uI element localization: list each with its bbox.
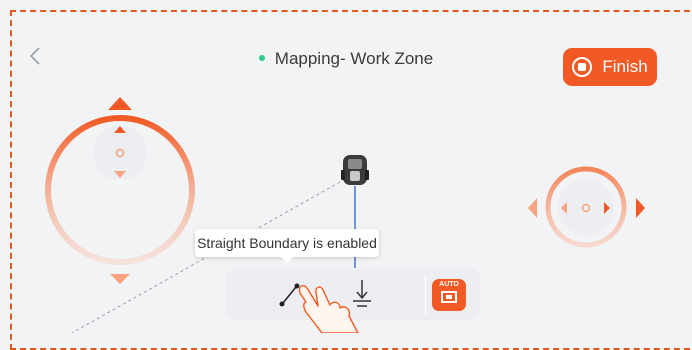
finish-label: Finish [602,57,648,76]
toolbar-divider [425,275,426,315]
stop-icon [572,57,593,77]
arrow-left-icon [528,198,537,218]
arrow-up-icon [108,97,132,110]
auto-mapping-button[interactable]: AUTO [432,279,466,311]
status-dot [258,54,265,61]
arrow-down-icon [110,274,130,284]
flag-icon [441,291,457,303]
auto-label: AUTO [439,281,459,288]
finish-button[interactable]: Finish [563,48,657,86]
left-right-joystick[interactable] [528,166,645,248]
arrow-right-icon [636,198,645,218]
tooltip-text: Straight Boundary is enabled [197,235,377,251]
mower-icon [341,155,369,185]
page-title-text: Mapping- Work Zone [274,49,434,68]
forward-backward-joystick[interactable] [45,97,195,284]
straight-boundary-tooltip: Straight Boundary is enabled [195,229,379,263]
